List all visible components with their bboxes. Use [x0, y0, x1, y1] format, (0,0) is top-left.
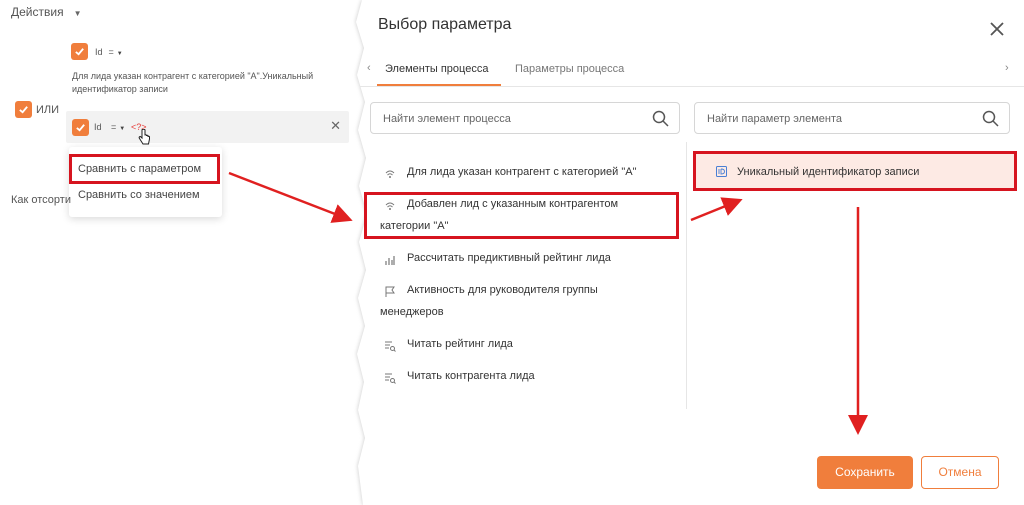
process-element-label: Для лида указан контрагент с категорией … [407, 166, 637, 178]
tabs-divider [360, 86, 1024, 87]
check-icon [75, 48, 84, 56]
caret-down-icon: ▼ [116, 50, 123, 57]
close-icon[interactable] [988, 20, 1006, 38]
actions-dropdown[interactable]: Действия ▼ [11, 5, 82, 19]
tab-scroll-right-icon[interactable]: › [1005, 62, 1009, 74]
process-element-item[interactable]: Активность для руководителя группы менед… [380, 279, 598, 323]
process-element-item[interactable]: Читать рейтинг лида [384, 333, 513, 355]
tab-scroll-left-icon[interactable]: ‹ [367, 62, 371, 74]
search-icon[interactable] [982, 110, 999, 127]
process-element-label: Рассчитать предиктивный рейтинг лида [407, 252, 611, 264]
menu-item-compare-with-value[interactable]: Сравнить со значением [78, 189, 200, 201]
highlight-box-parameter [693, 151, 1017, 191]
condition-editor-panel: Действия ▼ Id = ▼ Для лида указан контраге… [0, 0, 360, 505]
save-button[interactable]: Сохранить [817, 456, 913, 489]
process-element-label-line2: менеджеров [380, 306, 444, 318]
hand-cursor-icon [138, 129, 150, 145]
parameter-search-placeholder: Найти параметр элемента [707, 113, 842, 125]
condition-2-operator[interactable]: = ▼ [111, 122, 125, 132]
process-element-label: Активность для руководителя группы [407, 284, 598, 296]
read-data-icon [384, 338, 398, 352]
condition-2-checkbox[interactable] [72, 119, 89, 136]
chart-icon [384, 252, 398, 266]
actions-label: Действия [11, 5, 64, 19]
tab-process-parameters[interactable]: Параметры процесса [515, 63, 624, 75]
process-element-item[interactable]: Рассчитать предиктивный рейтинг лида [384, 247, 611, 269]
check-icon [76, 124, 85, 132]
or-group: ИЛИ [15, 101, 59, 118]
cancel-button[interactable]: Отмена [921, 456, 999, 489]
process-element-item[interactable]: Читать контрагента лида [384, 365, 535, 387]
parameter-search-input[interactable]: Найти параметр элемента [694, 102, 1010, 134]
condition-1-field[interactable]: Id [95, 47, 103, 57]
columns-divider [686, 142, 687, 409]
search-icon[interactable] [652, 110, 669, 127]
process-element-item[interactable]: Для лида указан контрагент с категорией … [384, 161, 636, 183]
condition-row-2: Id = ▼ <?> ✕ [66, 111, 349, 143]
flag-icon [384, 284, 398, 298]
dialog-title: Выбор параметра [378, 16, 512, 33]
process-element-label: Читать рейтинг лида [407, 338, 513, 350]
element-search-input[interactable]: Найти элемент процесса [370, 102, 680, 134]
condition-1-operator[interactable]: = ▼ [109, 47, 123, 57]
element-search-placeholder: Найти элемент процесса [383, 113, 511, 125]
read-data-icon [384, 370, 398, 384]
condition-1-checkbox[interactable] [71, 43, 88, 60]
highlight-box-menu-item [69, 154, 220, 184]
condition-2-operator-label: = [111, 122, 117, 132]
caret-down-icon: ▼ [73, 9, 82, 18]
select-parameter-dialog: Выбор параметра ‹ Элементы процесса Пара… [360, 0, 1024, 505]
check-icon [19, 106, 28, 114]
condition-1-operator-label: = [108, 46, 114, 57]
condition-description: Для лида указан контрагент с категорией … [72, 71, 314, 94]
tab-process-elements[interactable]: Элементы процесса [385, 63, 488, 75]
or-label: ИЛИ [36, 103, 60, 116]
signal-icon [384, 166, 398, 179]
sort-label: Как отсорти [11, 194, 71, 206]
or-group-checkbox[interactable] [15, 101, 32, 118]
caret-down-icon: ▼ [119, 126, 126, 132]
highlight-box-process-element [364, 192, 679, 239]
condition-2-field[interactable]: Id [94, 122, 102, 132]
process-element-label: Читать контрагента лида [407, 370, 535, 382]
condition-row-1: Id = ▼ [71, 43, 123, 60]
